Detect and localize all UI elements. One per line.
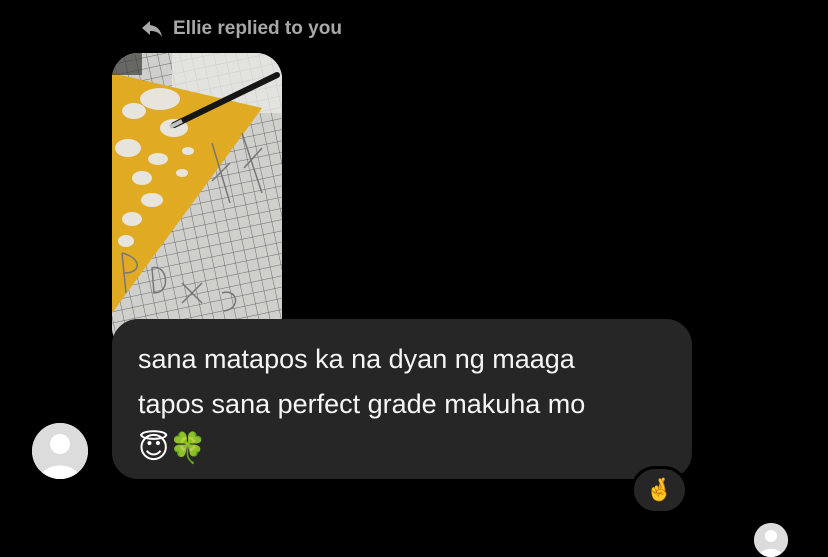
reply-arrow-icon (140, 19, 164, 39)
reply-header: Ellie replied to you (140, 16, 342, 42)
reply-header-text: Ellie replied to you (173, 18, 342, 39)
message-emojis: 😇🍀 (138, 431, 207, 466)
default-user-icon (754, 523, 788, 557)
default-user-icon (32, 423, 88, 479)
message-line-1: sana matapos ka na dyan ng maaga (138, 344, 575, 374)
message-line-2: tapos sana perfect grade makuha mo (138, 389, 586, 419)
seen-avatar (754, 523, 788, 557)
sender-avatar[interactable] (32, 423, 88, 479)
reaction-badge[interactable]: 🤞 (631, 466, 688, 514)
message-bubble[interactable]: sana matapos ka na dyan ng maaga tapos s… (112, 319, 692, 479)
crossed-fingers-icon: 🤞 (645, 477, 674, 503)
reply-photo-attachment[interactable] (112, 53, 282, 353)
